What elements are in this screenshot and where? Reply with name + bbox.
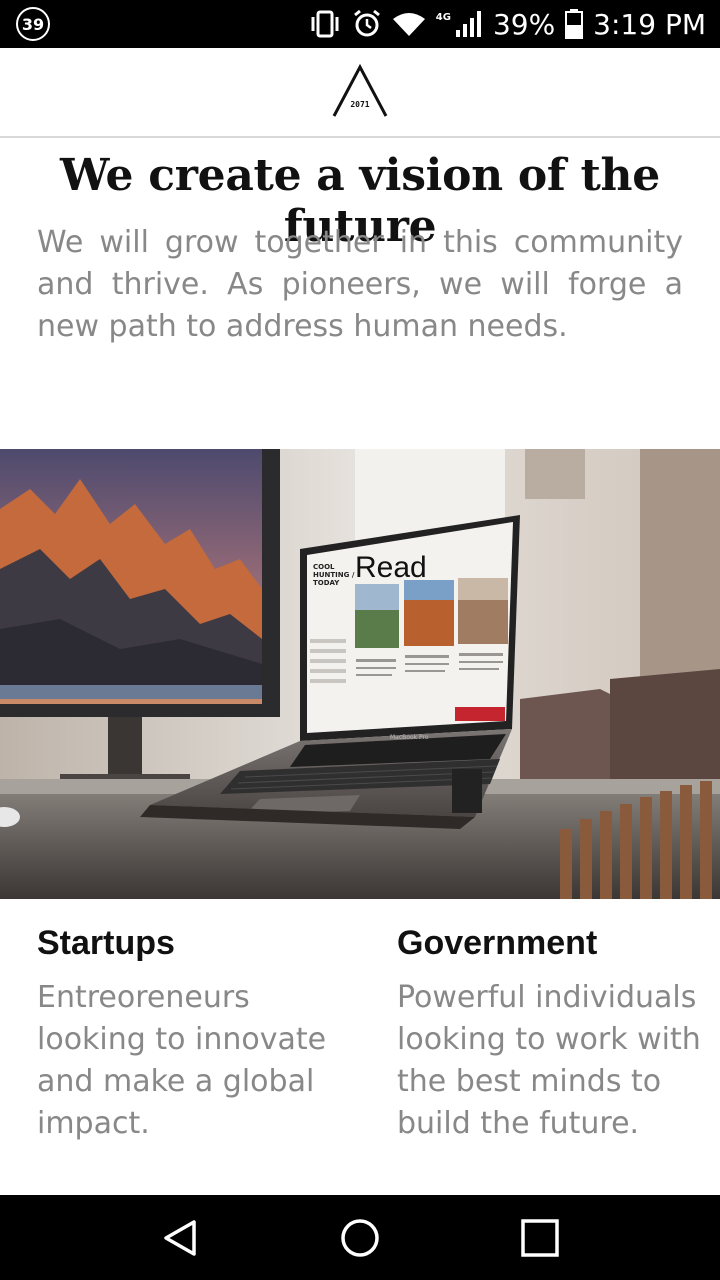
svg-text:HUNTING /: HUNTING / <box>313 571 355 579</box>
app-header: 2071 <box>0 48 720 138</box>
svg-text:TODAY: TODAY <box>313 579 340 587</box>
battery-icon <box>565 9 584 39</box>
network-type-label: 4G <box>435 11 451 23</box>
svg-text:Read: Read <box>355 551 427 584</box>
back-icon[interactable] <box>150 1208 210 1268</box>
alarm-icon <box>352 9 382 39</box>
startups-section: Startups Entreoreneurs looking to innova… <box>37 924 367 1145</box>
clock: 3:19 PM <box>593 7 706 41</box>
recents-icon[interactable] <box>510 1208 570 1268</box>
government-section: Government Powerful individuals looking … <box>397 924 720 1145</box>
status-bar: 39 4G 39% 3:19 PM <box>0 0 720 48</box>
vibrate-icon <box>308 10 342 38</box>
battery-percent: 39% <box>492 7 556 41</box>
logo[interactable]: 2071 <box>331 64 389 120</box>
notification-count-badge: 39 <box>16 7 50 41</box>
svg-text:MacBook Pro: MacBook Pro <box>390 734 429 741</box>
system-navigation-bar <box>0 1195 720 1280</box>
government-description: Powerful individuals looking to work wit… <box>397 980 701 1141</box>
government-heading: Government <box>397 924 598 962</box>
hero-image: COOL HUNTING / TODAY Read MacBook Pro <box>0 449 720 899</box>
home-icon[interactable] <box>330 1208 390 1268</box>
signal-icon <box>455 10 483 38</box>
startups-heading: Startups <box>37 924 175 962</box>
hero-description: We will grow together in this community … <box>37 225 683 344</box>
svg-text:COOL: COOL <box>313 563 335 571</box>
logo-text: 2071 <box>350 100 370 109</box>
wifi-icon <box>392 11 426 37</box>
startups-description: Entreoreneurs looking to innovate and ma… <box>37 980 327 1141</box>
